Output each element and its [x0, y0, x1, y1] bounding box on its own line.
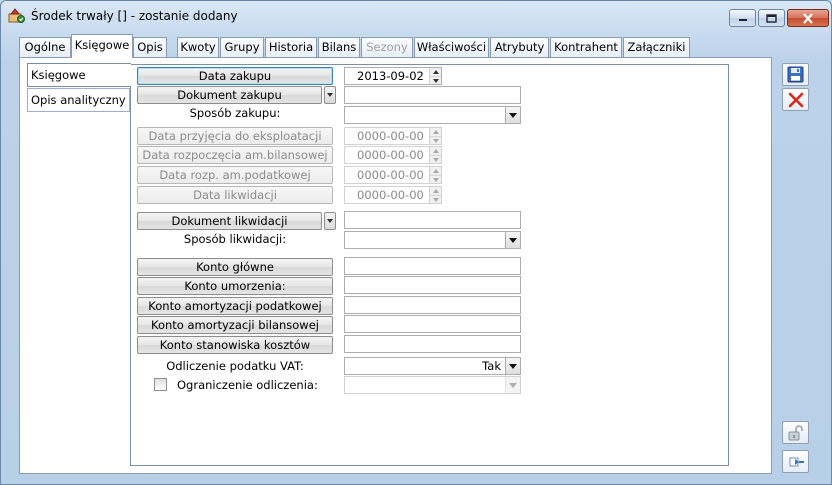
window: Środek trwały [] - zostanie dodany Ogóln…	[0, 0, 832, 485]
sposob-likwidacji-select[interactable]	[344, 231, 521, 249]
data-rozp-pod-button: Data rozp. am.podatkowej	[137, 166, 333, 184]
data-rozp-pod-spinner	[429, 167, 441, 183]
data-likwidacji-value: 0000-00-00	[357, 188, 424, 202]
unlock-icon	[788, 424, 803, 440]
data-rozpoczecia-bil-spinner	[429, 147, 441, 163]
sposob-zakupu-label: Sposób zakupu:	[189, 106, 281, 120]
konto-stanowiska-button[interactable]: Konto stanowiska kosztów	[137, 336, 333, 354]
spin-down-icon	[430, 155, 441, 163]
konto-am-pod-field[interactable]	[344, 296, 521, 314]
tab-opis[interactable]: Opis	[133, 37, 167, 57]
dokument-zakupu-field[interactable]	[344, 86, 521, 104]
tab-sezony: Sezony	[361, 37, 413, 57]
dokument-likwidacji-button[interactable]: Dokument likwidacji	[137, 212, 322, 230]
data-zakupu-value: 2013-09-02	[357, 69, 424, 83]
tab-wlasciwosci[interactable]: Właściwości	[414, 37, 489, 57]
tab-grupy[interactable]: Grupy	[220, 37, 264, 57]
ograniczenie-label: Ograniczenie odliczenia:	[177, 378, 318, 392]
data-rozpoczecia-bil-field: 0000-00-00	[344, 146, 442, 164]
tab-ksiegowe[interactable]: Księgowe	[71, 34, 133, 58]
maximize-button[interactable]	[758, 9, 785, 27]
tab-zalaczniki[interactable]: Załączniki	[623, 37, 690, 57]
konto-am-pod-button[interactable]: Konto amortyzacji podatkowej	[137, 297, 333, 315]
attach-button[interactable]	[782, 450, 809, 473]
konto-glowne-field[interactable]	[344, 257, 521, 275]
chevron-down-icon[interactable]	[505, 358, 520, 374]
minimize-icon	[738, 19, 747, 21]
dokument-likwidacji-field[interactable]	[344, 211, 521, 229]
spin-up-icon[interactable]	[430, 68, 441, 76]
chevron-down-icon[interactable]	[505, 107, 520, 123]
konto-glowne-button[interactable]: Konto główne	[137, 258, 333, 276]
unlock-button[interactable]	[782, 421, 809, 444]
data-rozp-pod-value: 0000-00-00	[357, 168, 424, 182]
minimize-button[interactable]	[729, 9, 756, 27]
data-przyjecia-field: 0000-00-00	[344, 127, 442, 145]
spin-down-icon	[430, 136, 441, 144]
data-przyjecia-button: Data przyjęcia do eksploatacji	[137, 127, 333, 145]
konto-umorzenia-button[interactable]: Konto umorzenia:	[137, 277, 333, 295]
tab-historia[interactable]: Historia	[265, 37, 317, 57]
tab-kwoty[interactable]: Kwoty	[177, 37, 219, 57]
tab-ogolne[interactable]: Ogólne	[19, 37, 71, 57]
konto-am-bil-button[interactable]: Konto amortyzacji bilansowej	[137, 316, 333, 334]
data-likwidacji-button: Data likwidacji	[137, 186, 333, 204]
spin-down-icon	[430, 195, 441, 203]
delete-button[interactable]	[782, 88, 809, 111]
app-icon	[8, 8, 25, 23]
close-icon	[803, 12, 813, 24]
window-title: Środek trwały [] - zostanie dodany	[31, 9, 238, 23]
data-zakupu-field[interactable]: 2013-09-02	[344, 67, 442, 85]
title-bar[interactable]: Środek trwały [] - zostanie dodany	[1, 1, 831, 31]
spin-up-icon	[430, 187, 441, 195]
dokument-likwidacji-menu-button[interactable]	[324, 212, 336, 230]
spin-up-icon	[430, 167, 441, 175]
konto-umorzenia-field[interactable]	[344, 276, 521, 294]
spin-down-icon[interactable]	[430, 76, 441, 84]
save-button[interactable]	[782, 63, 809, 86]
data-przyjecia-spinner	[429, 128, 441, 144]
spin-up-icon	[430, 128, 441, 136]
sposob-zakupu-select[interactable]	[344, 106, 521, 124]
spin-down-icon	[430, 175, 441, 183]
ograniczenie-checkbox[interactable]	[154, 378, 167, 391]
data-przyjecia-value: 0000-00-00	[357, 129, 424, 143]
data-zakupu-spinner[interactable]	[429, 68, 441, 84]
konto-stanowiska-field[interactable]	[344, 335, 521, 353]
tab-atrybuty[interactable]: Atrybuty	[490, 37, 549, 57]
odliczenie-vat-label: Odliczenie podatku VAT:	[166, 359, 304, 373]
data-likwidacji-spinner	[429, 187, 441, 203]
tab-bilans[interactable]: Bilans	[318, 37, 360, 57]
maximize-icon	[766, 13, 777, 23]
konto-am-bil-field[interactable]	[344, 315, 521, 333]
tab-kontrahent[interactable]: Kontrahent	[550, 37, 622, 57]
odliczenie-vat-value: Tak	[482, 359, 501, 373]
data-likwidacji-field: 0000-00-00	[344, 186, 442, 204]
spin-up-icon	[430, 147, 441, 155]
data-rozpoczecia-bil-value: 0000-00-00	[357, 148, 424, 162]
close-button[interactable]	[787, 9, 829, 27]
attach-icon	[789, 457, 804, 466]
data-rozpoczecia-bil-button: Data rozpoczęcia am.bilansowej	[137, 146, 333, 164]
dokument-zakupu-menu-button[interactable]	[324, 86, 336, 104]
save-icon	[787, 66, 804, 83]
sposob-likwidacji-label: Sposób likwidacji:	[183, 232, 287, 246]
data-zakupu-button[interactable]: Data zakupu	[137, 67, 333, 85]
subtab-opis-analityczny[interactable]: Opis analityczny	[27, 88, 130, 112]
dokument-zakupu-button[interactable]: Dokument zakupu	[137, 86, 322, 104]
chevron-down-icon	[505, 377, 520, 393]
chevron-down-icon	[327, 219, 333, 223]
chevron-down-icon	[327, 93, 333, 97]
data-rozp-pod-field: 0000-00-00	[344, 166, 442, 184]
chevron-down-icon[interactable]	[505, 232, 520, 248]
odliczenie-vat-select[interactable]: Tak	[344, 357, 521, 375]
subtab-ksiegowe[interactable]: Księgowe	[27, 63, 131, 87]
ograniczenie-select	[344, 376, 521, 394]
delete-icon	[788, 92, 803, 107]
